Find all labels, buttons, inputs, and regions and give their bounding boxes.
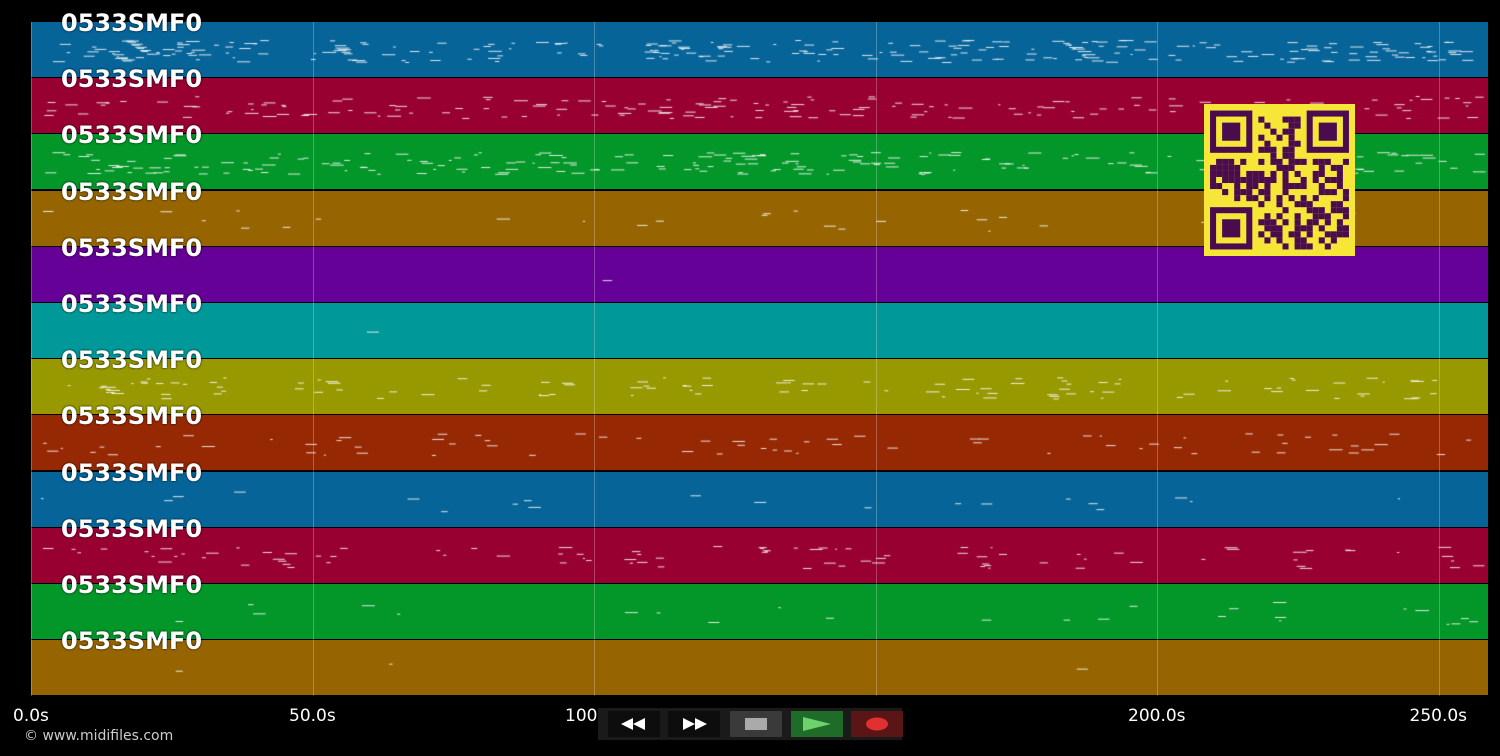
track-lane bbox=[31, 471, 1488, 527]
track-notes bbox=[31, 303, 1488, 358]
stop-button[interactable] bbox=[730, 711, 782, 737]
track-lane bbox=[31, 22, 1488, 77]
time-tick-label: 250.0s bbox=[1409, 706, 1468, 726]
track-notes bbox=[31, 359, 1488, 415]
copyright-text: © www.midifiles.com bbox=[24, 728, 174, 744]
track-name: 0533SMF0 bbox=[61, 514, 203, 543]
track-name: 0533SMF0 bbox=[61, 627, 203, 656]
time-gridline bbox=[594, 22, 595, 696]
time-gridline bbox=[1157, 22, 1158, 696]
play-icon bbox=[803, 717, 831, 731]
track-notes bbox=[31, 584, 1488, 639]
track-lane bbox=[31, 584, 1488, 639]
time-gridline bbox=[31, 22, 32, 696]
track-name: 0533SMF0 bbox=[61, 571, 203, 599]
transport-controls bbox=[598, 708, 903, 740]
track-name: 0533SMF0 bbox=[61, 233, 203, 262]
track-lane bbox=[31, 303, 1488, 358]
track-name: 0533SMF0 bbox=[61, 458, 203, 487]
time-gridline bbox=[312, 22, 314, 696]
track-notes bbox=[31, 22, 1488, 77]
track-notes bbox=[31, 415, 1488, 471]
track-lane bbox=[31, 415, 1488, 471]
track-name: 0533SMF0 bbox=[61, 121, 203, 150]
rewind-button[interactable] bbox=[608, 711, 660, 737]
track-name: 0533SMF0 bbox=[61, 290, 203, 318]
time-gridline bbox=[875, 22, 877, 696]
track-name: 0533SMF0 bbox=[61, 177, 203, 206]
track-lane bbox=[31, 359, 1488, 415]
rewind-icon bbox=[621, 718, 645, 730]
track-notes bbox=[31, 471, 1488, 527]
fast-forward-icon bbox=[683, 718, 707, 730]
track-lane bbox=[31, 640, 1488, 696]
time-tick-label: 200.0s bbox=[1128, 706, 1186, 726]
stop-icon bbox=[745, 718, 767, 730]
track-notes bbox=[31, 640, 1488, 696]
track-name: 0533SMF0 bbox=[61, 9, 203, 37]
time-tick-label: 0.0s bbox=[13, 706, 49, 726]
track-lane bbox=[31, 527, 1488, 583]
record-icon bbox=[866, 717, 888, 731]
record-button[interactable] bbox=[851, 711, 903, 737]
time-gridline bbox=[1438, 22, 1440, 696]
fast-forward-button[interactable] bbox=[668, 711, 720, 737]
track-name: 0533SMF0 bbox=[61, 65, 203, 94]
track-notes bbox=[31, 527, 1488, 583]
qr-code-icon bbox=[1210, 110, 1349, 250]
time-tick-label: 50.0s bbox=[289, 706, 336, 726]
track-name: 0533SMF0 bbox=[61, 402, 203, 431]
track-name: 0533SMF0 bbox=[61, 346, 203, 375]
play-button[interactable] bbox=[791, 711, 843, 737]
qr-code bbox=[1204, 104, 1355, 256]
